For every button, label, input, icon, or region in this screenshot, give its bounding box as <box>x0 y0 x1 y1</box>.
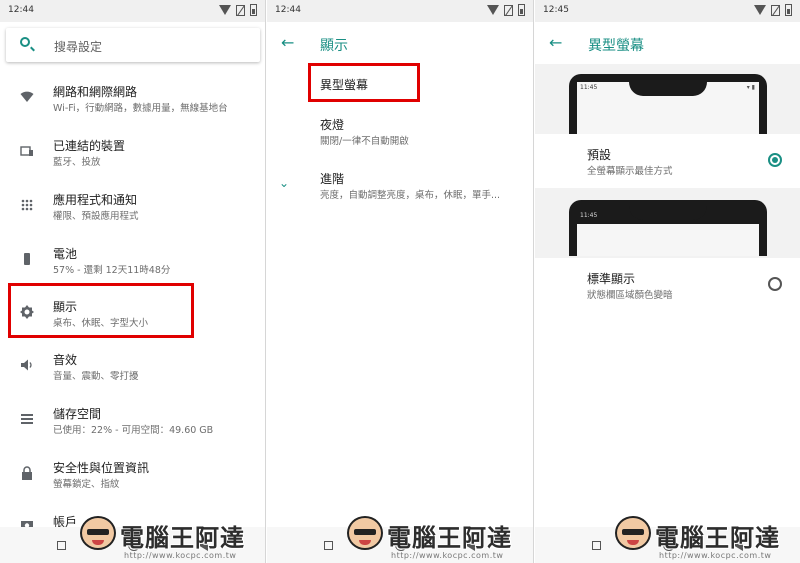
app-bar: ← 異型螢幕 <box>535 22 800 64</box>
settings-item-subtitle: 57% - 還剩 12天11時48分 <box>53 265 171 276</box>
radio-standard[interactable] <box>768 277 782 291</box>
highlight-box-display <box>8 283 194 338</box>
settings-panel: 12:44 搜尋設定 網路和網際網路 Wi-Fi，行動網路，數據用量，無線基地台… <box>0 0 266 563</box>
display-item-subtitle: 關閉/一律不自動開啟 <box>320 136 409 147</box>
no-sim-icon <box>771 4 780 16</box>
status-bar: 12:44 <box>0 0 265 22</box>
settings-item-subtitle: 音量、震動、零打擾 <box>53 371 139 382</box>
option-title: 標準顯示 <box>587 272 636 286</box>
no-sim-icon <box>504 4 513 16</box>
watermark: 電腦王阿達 http://www.kocpc.com.tw <box>615 514 800 562</box>
battery-status-icon <box>250 4 257 16</box>
notch-panel: 12:45 ← 異型螢幕 11:45 ▾ ▮ 預設 全螢幕顯示最佳方式 11:4… <box>535 0 800 563</box>
settings-item-title: 網路和網際網路 <box>53 85 138 99</box>
wifi-status-icon <box>754 5 766 15</box>
app-bar: ← 顯示 <box>267 22 533 64</box>
option-subtitle: 全螢幕顯示最佳方式 <box>587 166 673 177</box>
search-icon <box>20 37 30 47</box>
lock-icon <box>20 466 34 480</box>
page-title: 顯示 <box>320 38 348 54</box>
preview-time: 11:45 <box>580 84 598 91</box>
mascot-logo <box>615 516 651 550</box>
display-item-title: 進階 <box>320 172 345 186</box>
option-standard[interactable]: 標準顯示 狀態欄區域顏色變暗 <box>535 258 800 312</box>
radio-default[interactable] <box>768 153 782 167</box>
watermark: 電腦王阿達 http://www.kocpc.com.tw <box>80 514 265 562</box>
phone-preview-default: 11:45 ▾ ▮ <box>569 74 767 134</box>
display-item-title: 夜燈 <box>320 118 345 132</box>
status-time: 12:44 <box>275 5 301 15</box>
no-sim-icon <box>236 4 245 16</box>
wifi-status-icon <box>487 5 499 15</box>
settings-item-title: 電池 <box>53 247 78 261</box>
watermark-url: http://www.kocpc.com.tw <box>659 551 772 560</box>
recents-button[interactable] <box>57 541 66 550</box>
settings-item-sound[interactable]: 音效 音量、震動、零打擾 <box>0 338 265 390</box>
wifi-status-icon <box>219 5 231 15</box>
settings-item-title: 儲存空間 <box>53 407 102 421</box>
display-item-advanced[interactable]: ⌄ 進階 亮度，自動調整亮度，桌布，休眠，單手... <box>267 160 533 214</box>
status-bar: 12:44 <box>267 0 533 22</box>
battery-icon <box>20 252 34 266</box>
recents-button[interactable] <box>592 541 601 550</box>
phone-preview-standard: 11:45 <box>569 200 767 256</box>
preview-status-icons: ▾ ▮ <box>746 84 755 91</box>
settings-item-title: 音效 <box>53 353 78 367</box>
storage-icon <box>20 412 34 426</box>
settings-item-storage[interactable]: 儲存空間 已使用：22% - 可用空間：49.60 GB <box>0 392 265 444</box>
back-arrow-icon[interactable]: ← <box>281 33 294 52</box>
watermark-url: http://www.kocpc.com.tw <box>391 551 504 560</box>
settings-item-battery[interactable]: 電池 57% - 還剩 12天11時48分 <box>0 232 265 284</box>
watermark: 電腦王阿達 http://www.kocpc.com.tw <box>347 514 532 562</box>
notch-shape <box>629 74 707 96</box>
volume-icon <box>20 358 34 372</box>
settings-item-title: 安全性與位置資訊 <box>53 461 150 475</box>
status-time: 12:44 <box>8 5 34 15</box>
watermark-brand: 電腦王阿達 <box>120 524 245 552</box>
option-title: 預設 <box>587 148 612 162</box>
watermark-brand: 電腦王阿達 <box>655 524 780 552</box>
settings-item-subtitle: 藍牙、投放 <box>53 157 101 168</box>
page-title: 異型螢幕 <box>588 38 644 54</box>
mascot-logo <box>80 516 116 550</box>
battery-status-icon <box>785 4 792 16</box>
devices-icon <box>20 144 34 158</box>
settings-item-devices[interactable]: 已連結的裝置 藍牙、投放 <box>0 124 265 176</box>
settings-item-network[interactable]: 網路和網際網路 Wi-Fi，行動網路，數據用量，無線基地台 <box>0 70 265 122</box>
display-item-subtitle: 亮度，自動調整亮度，桌布，休眠，單手... <box>320 190 501 201</box>
settings-item-subtitle: 已使用：22% - 可用空間：49.60 GB <box>53 425 214 436</box>
recents-button[interactable] <box>324 541 333 550</box>
watermark-brand: 電腦王阿達 <box>387 524 512 552</box>
settings-item-security[interactable]: 安全性與位置資訊 螢幕鎖定、指紋 <box>0 446 265 498</box>
back-arrow-icon[interactable]: ← <box>549 33 562 52</box>
status-time: 12:45 <box>543 5 569 15</box>
chevron-down-icon: ⌄ <box>279 176 290 190</box>
empty-area <box>535 312 800 527</box>
watermark-url: http://www.kocpc.com.tw <box>124 551 237 560</box>
settings-item-apps[interactable]: 應用程式和通知 權限、預設應用程式 <box>0 178 265 230</box>
settings-item-subtitle: 螢幕鎖定、指紋 <box>53 479 120 490</box>
status-bar: 12:45 <box>535 0 800 22</box>
notch-shape <box>629 200 707 220</box>
display-item-night-light[interactable]: 夜燈 關閉/一律不自動開啟 <box>267 106 533 160</box>
search-bar[interactable]: 搜尋設定 <box>6 28 260 62</box>
settings-item-subtitle: 權限、預設應用程式 <box>53 211 139 222</box>
battery-status-icon <box>518 4 525 16</box>
apps-icon <box>20 198 34 212</box>
mascot-logo <box>347 516 383 550</box>
highlight-box-notch <box>308 63 420 102</box>
preview-time: 11:45 <box>580 212 598 219</box>
wifi-icon <box>20 90 34 104</box>
option-subtitle: 狀態欄區域顏色變暗 <box>587 290 673 301</box>
settings-item-title: 應用程式和通知 <box>53 193 138 207</box>
option-default[interactable]: 預設 全螢幕顯示最佳方式 <box>535 134 800 188</box>
display-panel: 12:44 ← 顯示 異型螢幕 夜燈 關閉/一律不自動開啟 ⌄ 進階 亮度，自動… <box>267 0 534 563</box>
search-input[interactable]: 搜尋設定 <box>54 38 102 55</box>
settings-item-subtitle: Wi-Fi，行動網路，數據用量，無線基地台 <box>53 103 228 114</box>
settings-item-title: 已連結的裝置 <box>53 139 126 153</box>
